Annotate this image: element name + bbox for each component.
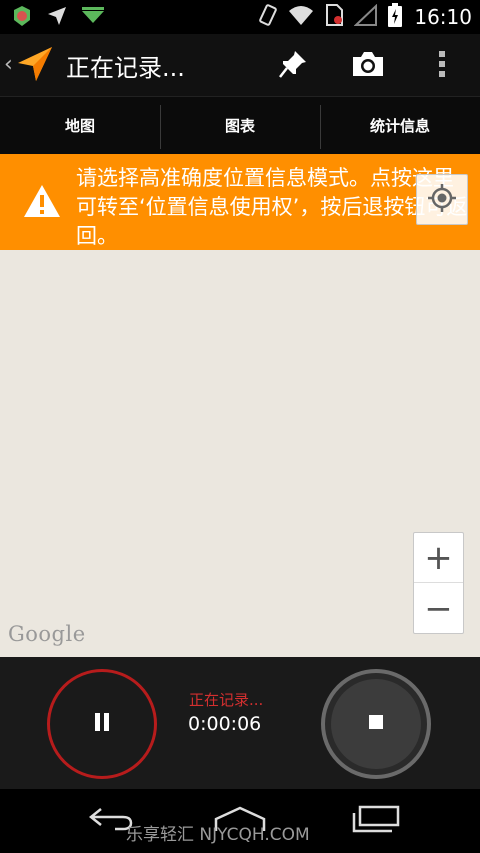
tab-bar: 地图 图表 统计信息 bbox=[0, 96, 480, 154]
cell-signal-icon bbox=[353, 3, 378, 30]
tab-map-label: 地图 bbox=[64, 117, 95, 135]
notification-icons bbox=[10, 4, 106, 32]
action-bar: ‹ 正在记录... bbox=[0, 34, 480, 96]
banner-message: 请选择高准确度位置信息模式。点按这里可转至‘位置信息使用权’，按后退按钮可返回。 bbox=[76, 166, 468, 248]
camera-button[interactable] bbox=[348, 46, 388, 86]
sim-card-icon bbox=[324, 3, 344, 31]
zoom-in-button[interactable]: + bbox=[414, 533, 463, 583]
page-title: 正在记录... bbox=[66, 54, 185, 82]
tab-map[interactable]: 地图 bbox=[0, 97, 160, 154]
system-navigation-bar: 乐享轻汇 NJYCQH.COM bbox=[0, 789, 480, 853]
watermark-text: 乐享轻汇 NJYCQH.COM bbox=[126, 825, 310, 845]
warning-icon bbox=[23, 184, 61, 222]
zoom-out-button[interactable]: − bbox=[414, 584, 463, 634]
pin-icon bbox=[278, 49, 308, 83]
map-view[interactable]: + − Google bbox=[0, 174, 480, 657]
status-bar: 16:10 bbox=[0, 0, 480, 34]
my-location-icon bbox=[427, 183, 457, 217]
recent-apps-icon bbox=[351, 805, 401, 837]
tab-statistics-label: 统计信息 bbox=[369, 117, 430, 135]
recent-apps-button[interactable] bbox=[344, 803, 408, 839]
tab-statistics[interactable]: 统计信息 bbox=[320, 97, 480, 154]
camera-icon bbox=[351, 50, 385, 82]
clock: 16:10 bbox=[414, 5, 472, 29]
app-badge-icon bbox=[10, 4, 34, 32]
tab-chart-label: 图表 bbox=[224, 117, 255, 135]
location-mode-banner[interactable]: 请选择高准确度位置信息模式。点按这里可转至‘位置信息使用权’，按后退按钮可返回。 bbox=[0, 154, 480, 250]
elapsed-time: 0:00:06 bbox=[188, 713, 262, 735]
app-logo-navigation-icon[interactable] bbox=[16, 45, 54, 87]
wifi-icon bbox=[288, 4, 314, 30]
stop-button-face bbox=[331, 679, 421, 769]
navigation-arrow-icon bbox=[46, 5, 68, 31]
pin-button[interactable] bbox=[273, 46, 313, 86]
chevron-left-icon[interactable]: ‹ bbox=[4, 52, 13, 77]
overflow-menu-button[interactable] bbox=[422, 46, 462, 86]
pause-button[interactable] bbox=[47, 669, 157, 779]
my-location-button[interactable] bbox=[416, 174, 468, 225]
download-notification-icon bbox=[80, 5, 106, 31]
recording-controls: 正在记录... 0:00:06 bbox=[0, 657, 480, 789]
tab-chart[interactable]: 图表 bbox=[160, 97, 320, 154]
zoom-controls: + − bbox=[413, 532, 464, 634]
recording-status-label: 正在记录... bbox=[189, 691, 264, 709]
battery-charging-icon bbox=[388, 3, 403, 31]
stop-button[interactable] bbox=[321, 669, 431, 779]
vibrate-icon bbox=[258, 3, 278, 31]
system-icons: 16:10 bbox=[258, 3, 472, 31]
stop-icon bbox=[368, 714, 384, 734]
pause-icon bbox=[93, 713, 111, 735]
google-attribution: Google bbox=[8, 622, 86, 646]
overflow-menu-icon bbox=[438, 50, 446, 82]
